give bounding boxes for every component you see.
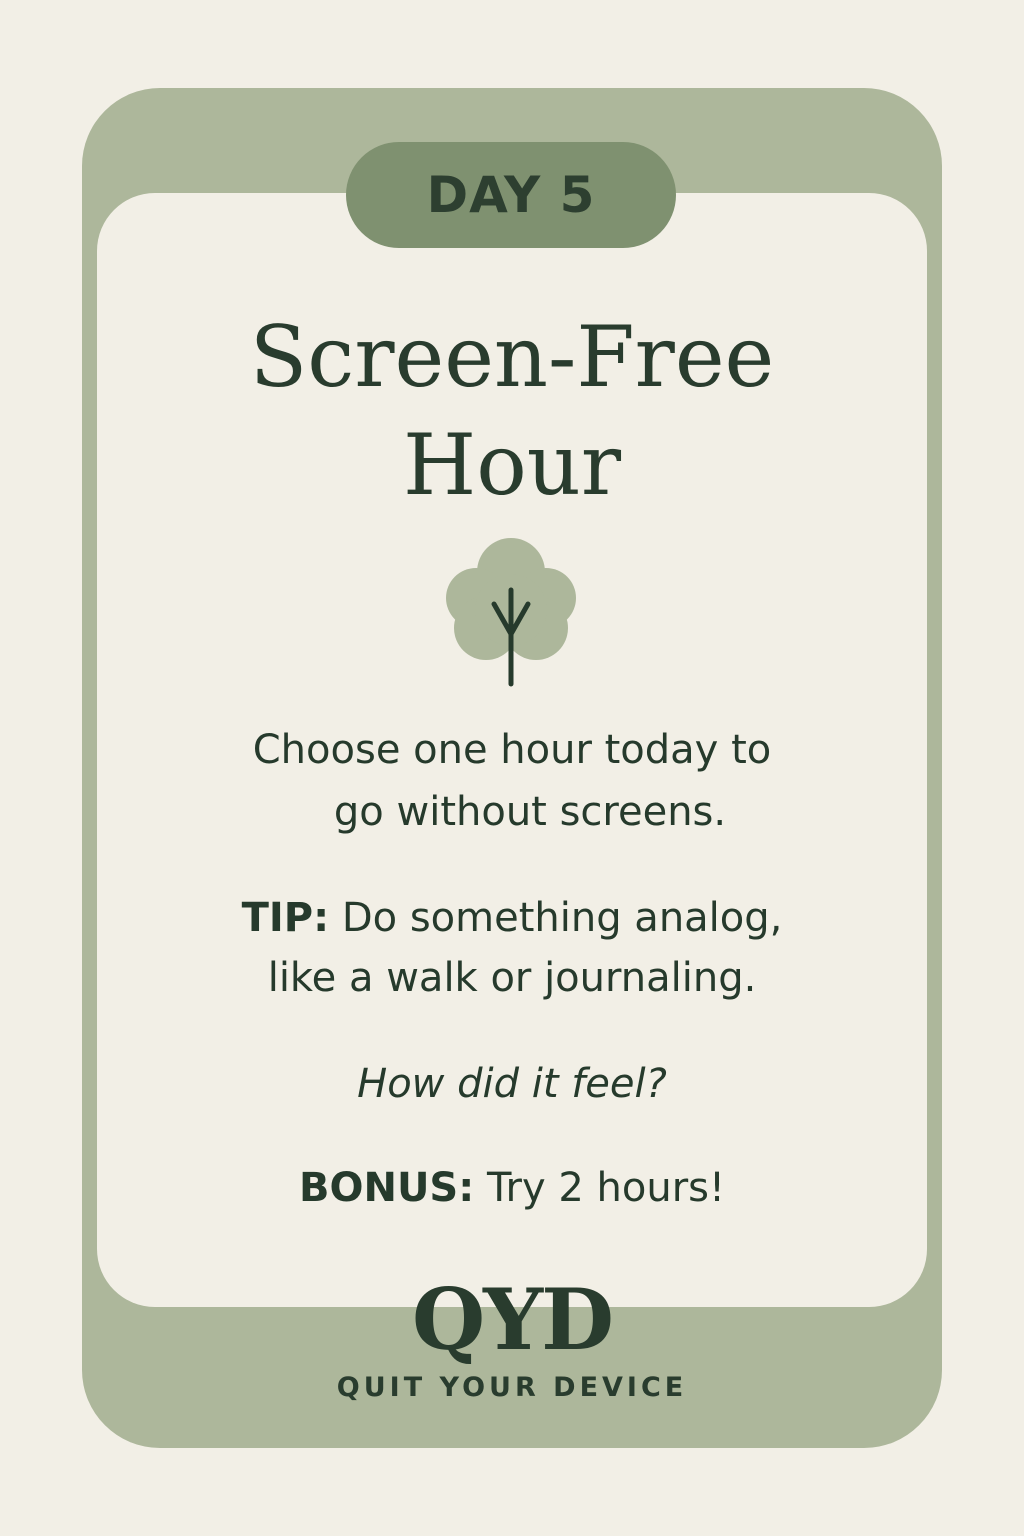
tree-icon <box>446 538 576 687</box>
bonus-line: BONUS: Try 2 hours! <box>112 1160 912 1216</box>
instruction-line-2: go without screens. <box>333 789 727 835</box>
bonus-text: Try 2 hours! <box>474 1165 726 1211</box>
brand-logo: QYD <box>412 1270 614 1369</box>
tip-line-2: like a walk or journaling. <box>267 955 757 1001</box>
bonus-label: BONUS: <box>298 1165 475 1211</box>
reflection-question: How did it feel? <box>357 1061 667 1107</box>
day-badge: DAY 5 <box>346 142 676 248</box>
tip-text: Do something analog, <box>329 895 783 941</box>
tip-label: TIP: <box>241 895 330 941</box>
card-title-line-2: Hour <box>402 416 622 514</box>
tip-line-1: TIP: Do something analog, <box>112 890 912 946</box>
card-title-line-1: Screen-Free <box>249 308 775 406</box>
instruction-line-1: Choose one hour today to <box>252 727 772 773</box>
brand-tagline: QUIT YOUR DEVICE <box>336 1372 688 1403</box>
